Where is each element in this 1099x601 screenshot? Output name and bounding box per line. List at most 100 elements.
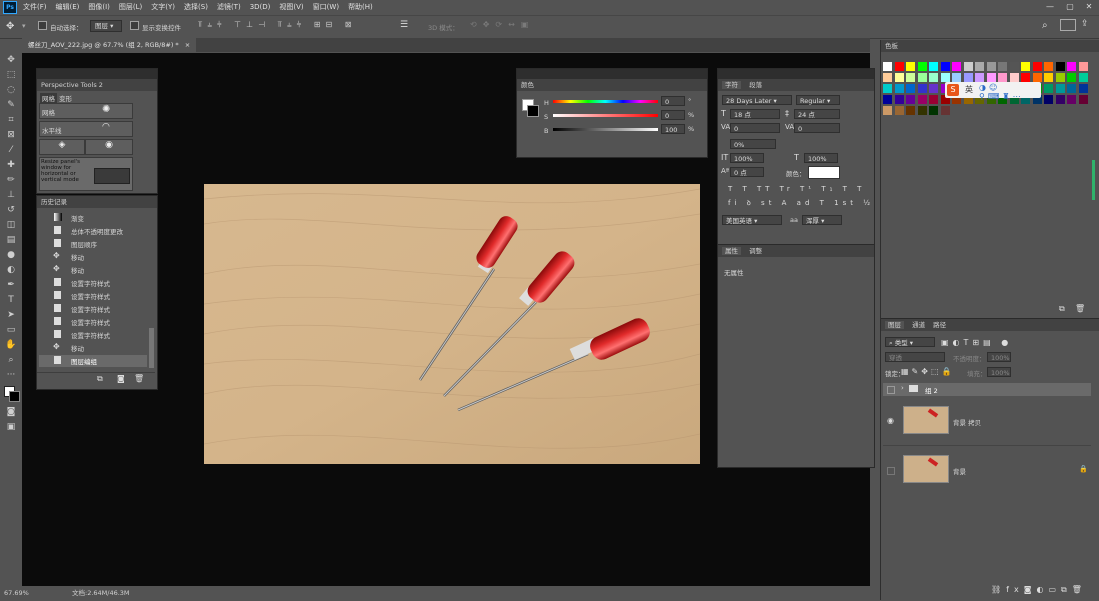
swatch[interactable] — [917, 106, 927, 115]
tab-grid[interactable]: 网格 — [40, 93, 57, 103]
pen-tool-icon[interactable]: ✒ — [0, 278, 22, 293]
tab-layers[interactable]: 图层 — [885, 321, 904, 329]
tab-adjustments[interactable]: 调整 — [749, 247, 762, 255]
stamp-tool-icon[interactable]: ⊥ — [0, 188, 22, 203]
swatch[interactable] — [894, 106, 904, 115]
grid-button[interactable]: 网格 ✺ — [39, 103, 133, 119]
horizontal-scale-field[interactable]: 100% — [804, 153, 838, 163]
crop-tool-icon[interactable]: ⌗ — [0, 113, 22, 128]
menu-select[interactable]: 选择(S) — [184, 2, 208, 12]
opentype-buttons[interactable]: fi ꝺ st A ad T 1st ½ — [728, 199, 874, 208]
swatch[interactable] — [952, 73, 961, 82]
menu-3d[interactable]: 3D(D) — [250, 3, 271, 11]
swatch[interactable] — [906, 95, 915, 104]
screen-mode-icon[interactable]: ▣ — [0, 420, 22, 435]
swatch[interactable] — [975, 73, 984, 82]
hue-value[interactable]: 0 — [661, 96, 685, 106]
swatch[interactable] — [1067, 95, 1076, 104]
history-item[interactable]: ✥ 移动 — [39, 342, 147, 354]
swatch[interactable] — [1032, 73, 1042, 82]
eraser-tool-icon[interactable]: ◫ — [0, 218, 22, 233]
language-dropdown[interactable]: 美国英语 ▾ — [722, 215, 782, 225]
close-icon[interactable]: ✕ — [1079, 0, 1099, 14]
font-size-field[interactable]: 18 点 — [730, 109, 780, 119]
swatch[interactable] — [1044, 62, 1053, 71]
blend-mode-dropdown[interactable]: 穿透 — [885, 352, 945, 362]
swatch[interactable] — [1078, 73, 1088, 82]
kerning-field[interactable]: 0 — [730, 123, 780, 133]
font-family-dropdown[interactable]: 28 Days Later ▾ — [722, 95, 792, 105]
visibility-toggle[interactable] — [887, 386, 895, 394]
swatch[interactable] — [1021, 62, 1030, 71]
maximize-icon[interactable]: ▢ — [1060, 0, 1080, 14]
swatch[interactable] — [952, 62, 961, 71]
show-transform-checkbox[interactable] — [130, 21, 139, 30]
swatch[interactable] — [1021, 73, 1030, 82]
auto-select-checkbox[interactable] — [38, 21, 47, 30]
swatch[interactable] — [1067, 84, 1076, 93]
swatch[interactable] — [929, 73, 938, 82]
eye-icon[interactable]: ◉ — [85, 139, 133, 155]
menu-layer[interactable]: 图层(L) — [119, 2, 142, 12]
tab-character[interactable]: 字符 — [722, 81, 741, 89]
history-item[interactable]: 设置字符样式 — [39, 316, 147, 328]
chevron-down-icon[interactable]: ▾ — [22, 22, 26, 30]
saturation-slider[interactable] — [553, 114, 658, 117]
swatch[interactable] — [906, 73, 915, 82]
trash-icon[interactable]: 🗑 — [1075, 304, 1085, 313]
layer-filter-icons[interactable]: ▣◐T⊞▤ ● — [941, 338, 1012, 347]
swatch-grid[interactable] — [883, 62, 1093, 182]
type-tool-icon[interactable]: T — [0, 293, 22, 308]
tab-channels[interactable]: 通道 — [912, 321, 925, 329]
swatch[interactable] — [1078, 95, 1088, 104]
text-style-buttons[interactable]: T T TT Tr T¹ T₁ T T — [728, 185, 865, 193]
swatch[interactable] — [1055, 84, 1065, 93]
swatch[interactable] — [883, 95, 892, 104]
history-item[interactable]: ✥ 移动 — [39, 264, 147, 276]
vertical-scale-field[interactable]: 100% — [730, 153, 764, 163]
rectangle-tool-icon[interactable]: ▭ — [0, 323, 22, 338]
history-item[interactable]: 图层顺序 — [39, 238, 147, 250]
brightness-slider[interactable] — [553, 128, 658, 131]
swatch[interactable] — [1078, 84, 1088, 93]
swatch[interactable] — [1032, 62, 1042, 71]
swatch[interactable] — [883, 84, 892, 93]
swatch[interactable] — [986, 62, 996, 71]
menu-image[interactable]: 图像(I) — [88, 2, 110, 12]
swatch[interactable] — [894, 84, 904, 93]
swatches-scrollbar[interactable] — [1092, 160, 1095, 200]
share-icon[interactable]: ⇪ — [1081, 19, 1089, 29]
3d-mode-icons[interactable]: ⟲✥⟳↔▣ — [470, 20, 534, 29]
menu-edit[interactable]: 编辑(E) — [56, 2, 80, 12]
opacity-field[interactable]: 100% — [987, 352, 1011, 362]
swatch[interactable] — [1055, 95, 1065, 104]
swatch[interactable] — [998, 62, 1007, 71]
quick-mask-icon[interactable]: ◙ — [0, 405, 22, 420]
swatch[interactable] — [998, 73, 1007, 82]
swatch[interactable] — [929, 95, 938, 104]
eye-icon[interactable]: ◉ — [887, 416, 894, 425]
chevron-right-icon[interactable]: › — [901, 384, 904, 392]
frame-tool-icon[interactable]: ⊠ — [0, 128, 22, 143]
lasso-tool-icon[interactable]: ◌ — [0, 83, 22, 98]
new-document-from-state-icon[interactable]: ⧉ — [97, 374, 103, 384]
swatch[interactable] — [1009, 73, 1019, 82]
baseline-field[interactable]: 0 点 — [730, 167, 764, 177]
swatch[interactable] — [883, 106, 892, 115]
swatch[interactable] — [940, 73, 950, 82]
blur-tool-icon[interactable]: ● — [0, 248, 22, 263]
layer-filter-dropdown[interactable]: ⌕ 类型 ▾ — [885, 337, 935, 347]
swatch[interactable] — [929, 106, 938, 115]
search-icon[interactable]: ⌕ — [1042, 20, 1048, 31]
swatch[interactable] — [917, 84, 927, 93]
visibility-toggle[interactable] — [887, 467, 895, 475]
horizon-button[interactable]: 水平线 ◠ — [39, 121, 133, 137]
swatch[interactable] — [929, 84, 938, 93]
path-select-icon[interactable]: ➤ — [0, 308, 22, 323]
swatch[interactable] — [883, 73, 892, 82]
swatch[interactable] — [1055, 62, 1065, 71]
tab-paths[interactable]: 路径 — [933, 321, 946, 329]
swatch[interactable] — [1067, 62, 1076, 71]
swatch[interactable] — [894, 73, 904, 82]
lock-icons[interactable]: ▦✎✥⬚🔒 — [901, 367, 954, 376]
